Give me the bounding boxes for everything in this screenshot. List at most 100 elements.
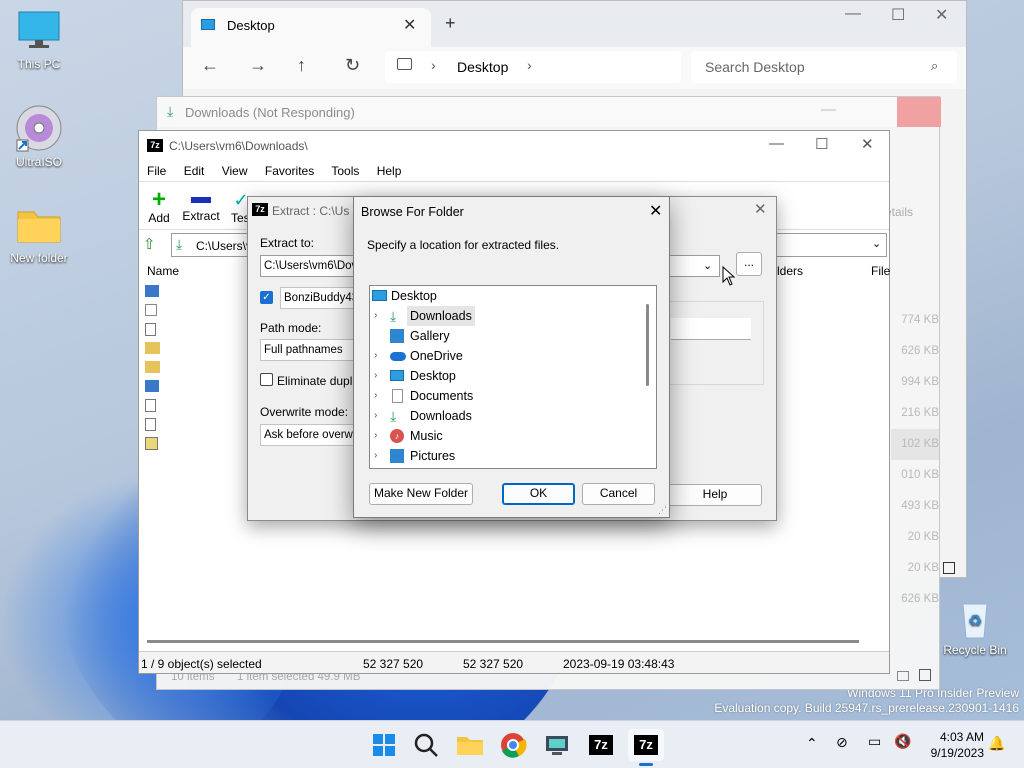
tree-item-gallery[interactable]: Gallery	[370, 326, 640, 346]
chevron-right-icon[interactable]: ›	[374, 406, 377, 426]
file-icon[interactable]	[145, 285, 159, 297]
large-icons-view-icon[interactable]	[943, 562, 955, 574]
close-tab-icon[interactable]: ✕	[403, 15, 416, 35]
7zip-taskbar-button-active[interactable]: 7z	[628, 729, 664, 766]
menu-help[interactable]: Help	[377, 164, 402, 178]
archive-icon[interactable]	[145, 361, 160, 373]
explorer-tab[interactable]: Desktop ✕	[191, 8, 431, 47]
large-icons-view-icon[interactable]	[919, 669, 931, 681]
close-button[interactable]	[897, 97, 941, 127]
close-icon[interactable]: ✕	[861, 135, 874, 153]
checkbox-checked-icon[interactable]: ✓	[260, 291, 273, 304]
extract-button[interactable]: Extract	[181, 189, 221, 223]
maximize-icon[interactable]: ☐	[815, 135, 828, 153]
horizontal-scrollbar[interactable]	[139, 637, 889, 647]
menu-file[interactable]: File	[147, 164, 166, 178]
column-header-name[interactable]: Name	[147, 264, 179, 278]
menu-favorites[interactable]: Favorites	[265, 164, 314, 178]
menu-view[interactable]: View	[222, 164, 248, 178]
chevron-right-icon[interactable]: ›	[374, 426, 377, 446]
search-button[interactable]	[410, 729, 442, 761]
folder-up-icon[interactable]: ⇧	[143, 235, 156, 253]
menu-tools[interactable]: Tools	[331, 164, 359, 178]
forward-icon[interactable]: →	[249, 55, 267, 76]
tree-item-downloads[interactable]: › ⤓ Downloads	[370, 306, 640, 326]
chevron-right-icon[interactable]: ›	[374, 346, 377, 366]
chrome-button[interactable]	[497, 729, 529, 761]
tree-item-desktop-root[interactable]: Desktop	[370, 286, 640, 306]
file-explorer-button[interactable]	[454, 729, 486, 761]
file-icon[interactable]	[145, 304, 157, 316]
details-view-icon[interactable]	[897, 671, 909, 681]
size-column: 774 KB 626 KB 994 KB 216 KB 102 KB 010 K…	[891, 305, 939, 615]
eliminate-checkbox[interactable]	[260, 373, 273, 386]
desktop-icon-ultraiso[interactable]: UltraISO	[0, 104, 78, 169]
ok-button[interactable]: OK	[502, 483, 575, 505]
chevron-down-icon[interactable]: ⌄	[872, 237, 881, 250]
chevron-right-icon[interactable]: ›	[374, 306, 377, 326]
breadcrumb[interactable]: Desktop	[457, 59, 508, 75]
minimize-icon[interactable]: —	[769, 135, 784, 152]
desktop-icon	[390, 370, 404, 381]
tree-item-onedrive[interactable]: › OneDrive	[370, 346, 640, 366]
refresh-icon[interactable]: ↻	[345, 55, 360, 76]
help-button[interactable]: Help	[668, 484, 762, 506]
up-icon[interactable]: ↑	[297, 55, 306, 76]
notification-bell-icon[interactable]: 🔔	[988, 735, 1005, 752]
column-header-folders[interactable]: lders	[777, 264, 803, 278]
network-off-icon[interactable]: ⊘	[836, 734, 848, 751]
add-button[interactable]: + Add	[147, 188, 171, 226]
app-button[interactable]	[541, 729, 573, 761]
chevron-right-icon[interactable]: ›	[374, 386, 377, 406]
start-button[interactable]	[368, 729, 400, 761]
file-icon[interactable]	[145, 323, 156, 336]
resize-grip-icon[interactable]: ⋰	[658, 505, 667, 516]
search-box[interactable]: Search Desktop ⌕	[691, 51, 957, 83]
file-icon[interactable]	[145, 380, 159, 392]
tree-item-pictures[interactable]: › Pictures	[370, 446, 640, 466]
password-field[interactable]	[671, 318, 751, 340]
file-icon[interactable]	[145, 418, 156, 431]
tree-item-desktop[interactable]: › Desktop	[370, 366, 640, 386]
tree-item-downloads-2[interactable]: › ⤓ Downloads	[370, 406, 640, 426]
close-icon[interactable]: ✕	[649, 201, 662, 221]
disc-icon	[16, 105, 62, 152]
tree-item-music[interactable]: › ♪ Music	[370, 426, 640, 446]
browse-button[interactable]: ...	[736, 252, 762, 276]
close-icon[interactable]: ✕	[754, 200, 767, 218]
column-header-file[interactable]: File	[871, 264, 890, 278]
new-tab-icon[interactable]: +	[445, 13, 456, 34]
back-icon[interactable]: ←	[201, 55, 219, 76]
menu-edit[interactable]: Edit	[184, 164, 205, 178]
desktop-icon-new-folder[interactable]: New folder	[0, 206, 78, 265]
minimize-icon[interactable]: —	[845, 5, 861, 23]
tree-scrollbar-thumb[interactable]	[646, 304, 649, 386]
desktop-icon-this-pc[interactable]: This PC	[0, 8, 78, 71]
search-icon	[414, 733, 438, 757]
chevron-up-icon[interactable]: ⌃	[806, 735, 818, 752]
download-icon: ⤓	[176, 236, 183, 252]
minimize-icon[interactable]: —	[821, 101, 836, 118]
desktop-icon-label: UltraISO	[15, 155, 62, 169]
tree-item-documents[interactable]: › Documents	[370, 386, 640, 406]
desktop-icon-recycle-bin[interactable]: ♻ Recycle Bin	[936, 598, 1014, 657]
scrollbar-thumb[interactable]	[147, 640, 859, 643]
close-icon[interactable]: ✕	[935, 5, 948, 25]
address-bar[interactable]: › Desktop ›	[385, 51, 681, 83]
volume-muted-icon[interactable]: 🔇	[894, 733, 911, 750]
maximize-icon[interactable]: ☐	[891, 5, 905, 25]
cancel-button[interactable]: Cancel	[582, 483, 655, 505]
make-new-folder-button[interactable]: Make New Folder	[369, 483, 473, 505]
chevron-right-icon[interactable]: ›	[374, 366, 377, 386]
chevron-down-icon[interactable]: ⌄	[703, 256, 712, 276]
file-icon[interactable]	[145, 399, 156, 412]
search-input[interactable]: Search Desktop	[705, 59, 805, 75]
folder-tree[interactable]: Desktop › ⤓ Downloads Gallery › OneDrive…	[369, 285, 657, 469]
browse-for-folder-dialog[interactable]: Browse For Folder ✕ Specify a location f…	[353, 196, 670, 518]
display-icon[interactable]: ▭	[868, 733, 881, 750]
clock[interactable]: 4:03 AM 9/19/2023	[920, 729, 984, 761]
file-icon[interactable]	[145, 437, 158, 450]
chevron-right-icon[interactable]: ›	[374, 446, 377, 466]
archive-icon[interactable]	[145, 342, 160, 354]
7zip-taskbar-button[interactable]: 7z	[585, 729, 617, 761]
